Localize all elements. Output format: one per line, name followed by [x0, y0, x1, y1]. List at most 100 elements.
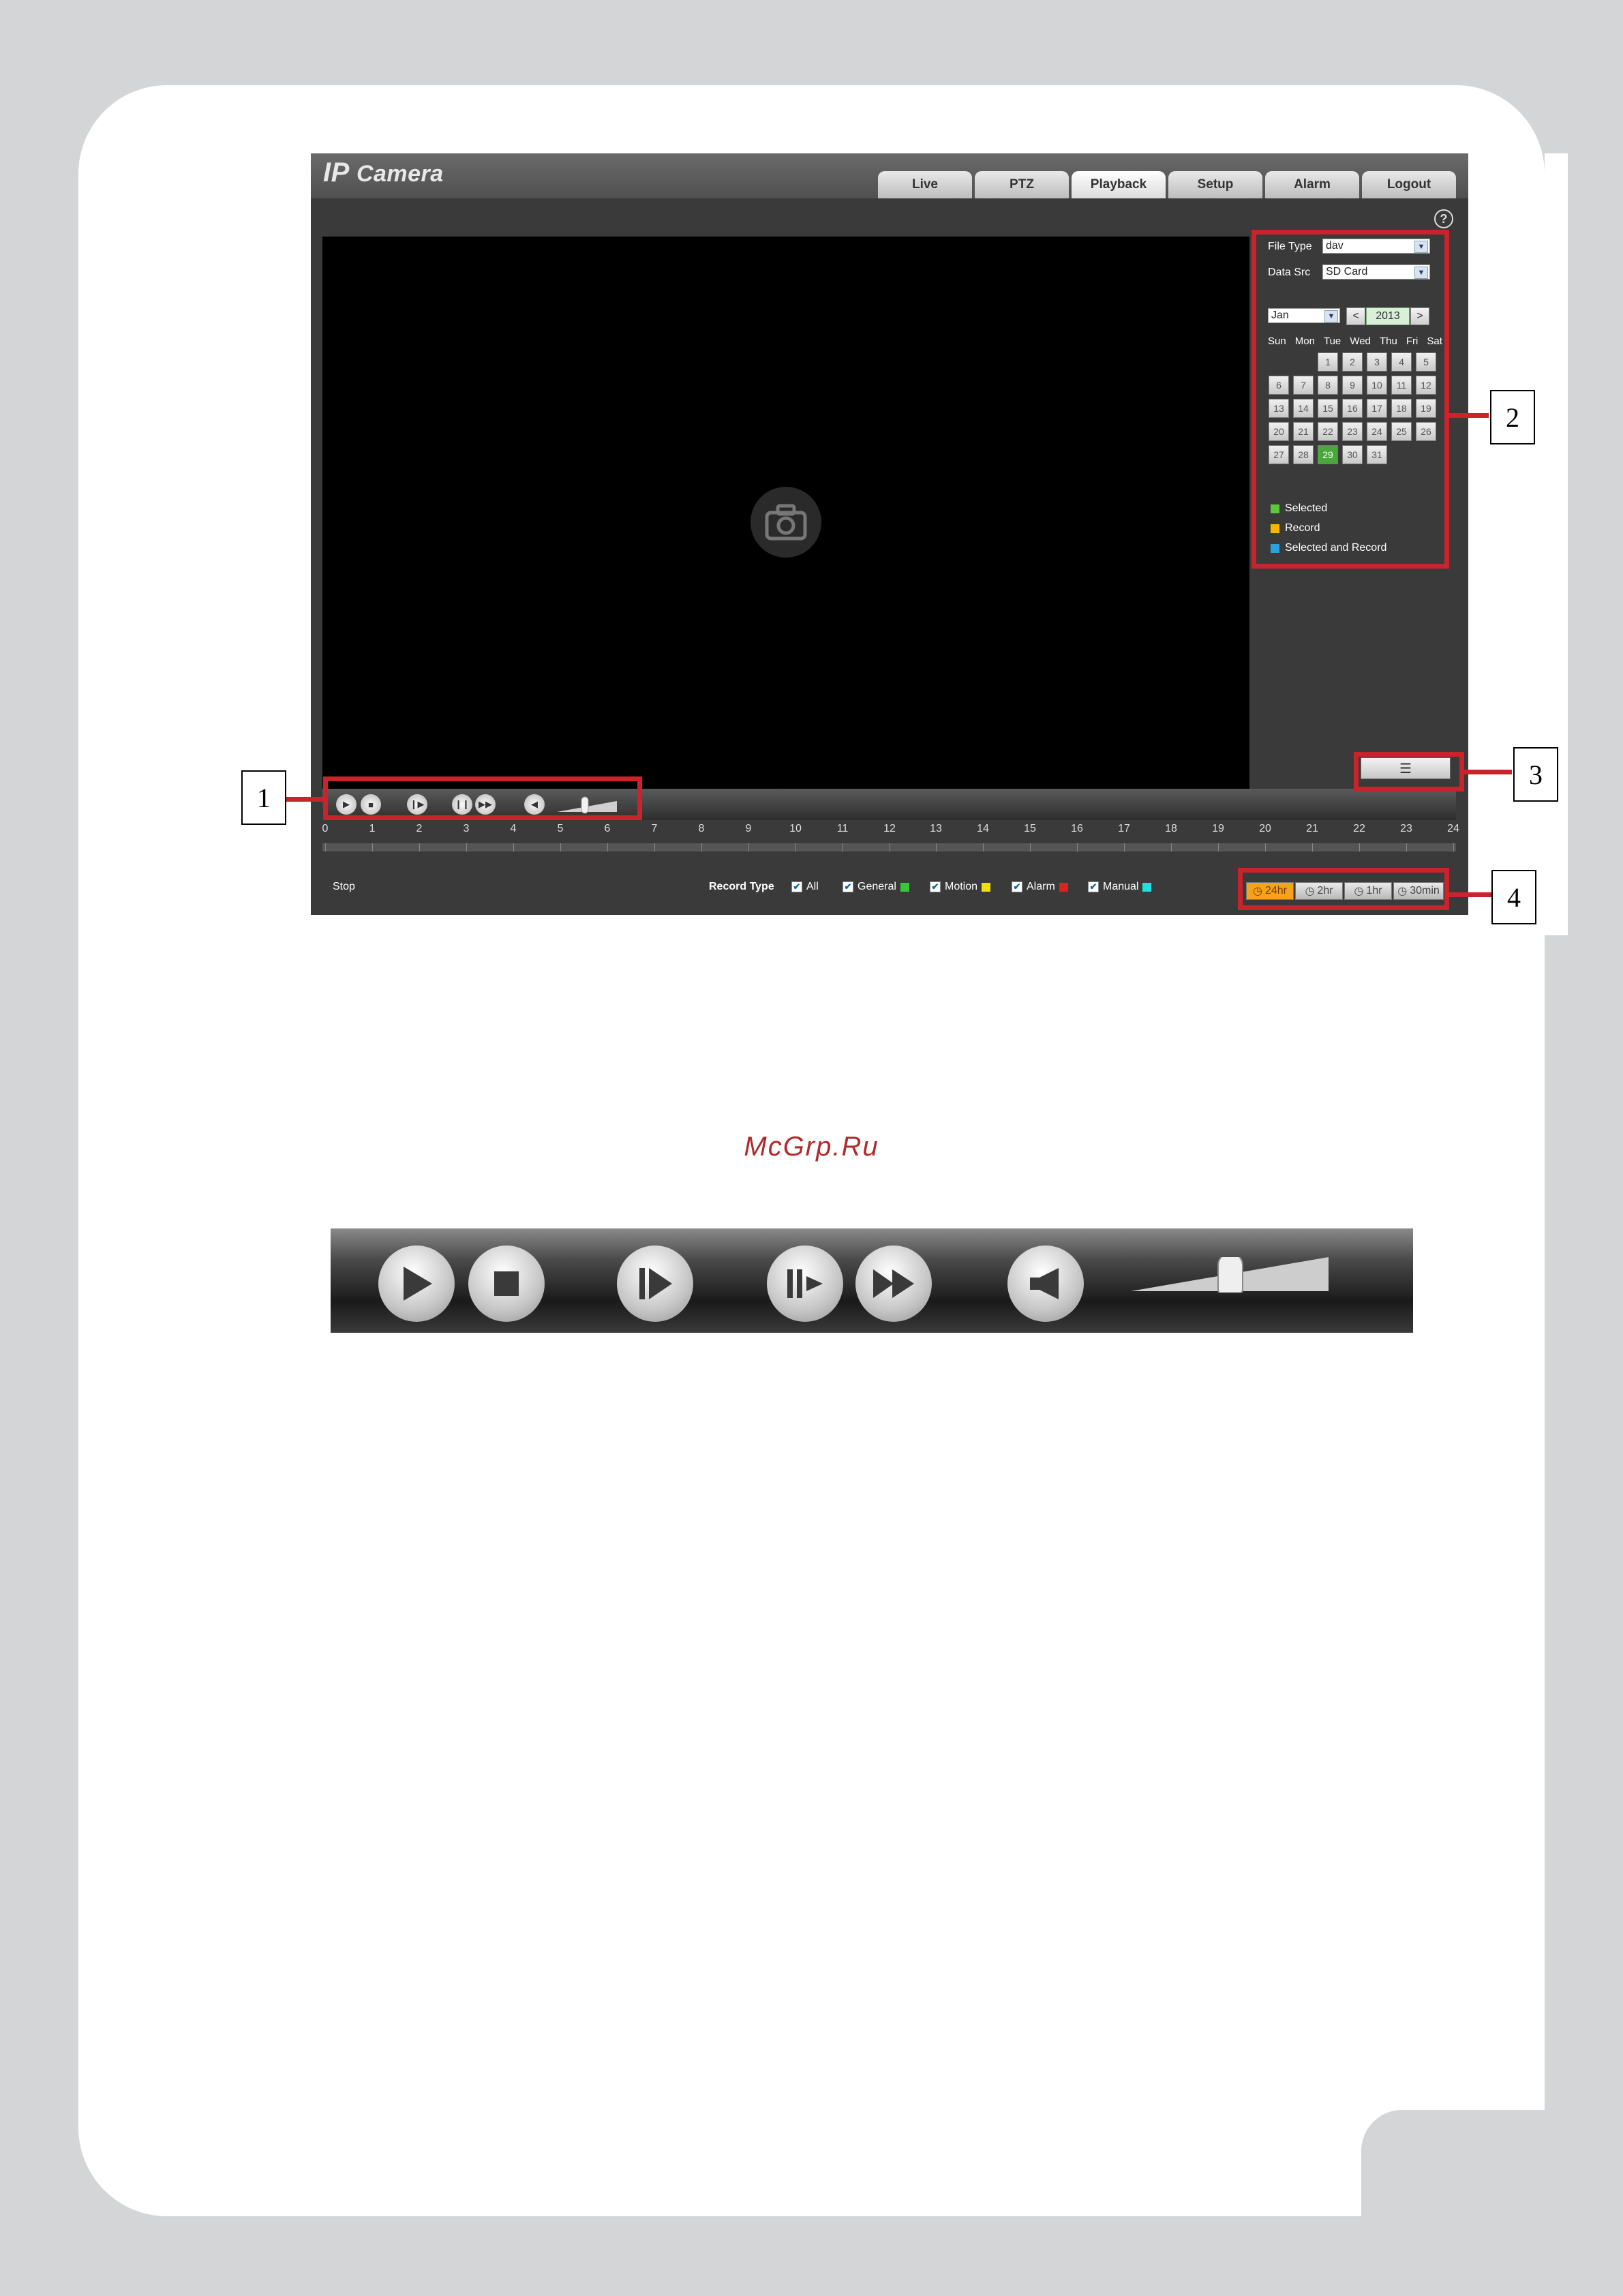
callout-4: 4: [1491, 870, 1536, 924]
timeline-tick: [560, 843, 561, 851]
tab-alarm[interactable]: Alarm: [1265, 171, 1359, 198]
mute-button[interactable]: [1007, 1245, 1084, 1322]
checkbox-checked-icon[interactable]: ✔: [930, 881, 941, 892]
timeline-hour-label: 2: [416, 823, 423, 834]
callout-2: 2: [1490, 390, 1535, 444]
timeline-hour-label: 24: [1447, 823, 1459, 834]
timeline-tick: [466, 843, 467, 851]
timeline-tick: [513, 843, 514, 851]
slow-play-button[interactable]: [767, 1245, 843, 1322]
callout-line-4: [1448, 892, 1491, 897]
fast-forward-icon: [873, 1269, 914, 1298]
timeline-tick: [983, 843, 984, 851]
step-forward-icon: [639, 1268, 672, 1299]
timeline-hour-label: 11: [836, 823, 849, 834]
stop-button[interactable]: [468, 1245, 545, 1322]
timeline-tick: [1030, 843, 1031, 851]
callout-line-1: [286, 797, 324, 802]
tab-logout[interactable]: Logout: [1362, 171, 1456, 198]
timeline-hour-label: 21: [1306, 823, 1318, 834]
timeline-hour-label: 7: [651, 823, 658, 834]
play-button[interactable]: [378, 1245, 455, 1322]
record-type-label: Record Type: [709, 881, 774, 892]
motion-color-swatch: [982, 882, 991, 892]
speaker-icon: [1030, 1268, 1059, 1299]
tab-ptz[interactable]: PTZ: [975, 171, 1069, 198]
timeline-tick: [936, 843, 937, 851]
tab-playback[interactable]: Playback: [1072, 171, 1166, 198]
timeline-tick: [1453, 843, 1454, 851]
timeline-hour-label: 13: [930, 823, 942, 834]
timeline-hour-label: 10: [789, 823, 802, 834]
timeline-tick: [607, 843, 608, 851]
help-icon[interactable]: ?: [1434, 209, 1453, 228]
logo: IP Camera: [323, 157, 444, 187]
timeline[interactable]: 0 1 2 3 4 5 6 7 8 9 10 11 12 13 14 15 16 17 18 19 20 21 22 23 24: [322, 823, 1459, 864]
playback-state: Stop: [333, 881, 355, 892]
timeline-hour-label: 9: [745, 823, 752, 834]
checkbox-checked-icon[interactable]: ✔: [791, 881, 802, 892]
record-type-general[interactable]: ✔ General: [843, 881, 909, 893]
alarm-color-swatch: [1059, 882, 1068, 892]
timeline-hour-label: 3: [463, 823, 470, 834]
timeline-hour-label: 0: [322, 823, 329, 834]
page-edge: [1545, 153, 1568, 935]
timeline-hour-label: 6: [604, 823, 611, 834]
timeline-hour-label: 8: [698, 823, 705, 834]
highlight-box-4: [1238, 868, 1449, 910]
timeline-hour-label: 22: [1353, 823, 1365, 834]
record-type-motion[interactable]: ✔ Motion: [930, 881, 991, 893]
highlight-box-3: [1354, 752, 1464, 791]
timeline-hour-label: 17: [1118, 823, 1130, 834]
timeline-tick: [372, 843, 373, 851]
volume-slider[interactable]: [1131, 1257, 1329, 1293]
slow-play-icon: [787, 1269, 823, 1298]
timeline-tick: [795, 843, 796, 851]
callout-3: 3: [1513, 747, 1558, 802]
tab-live[interactable]: Live: [878, 171, 972, 198]
manual-color-swatch: [1142, 882, 1152, 892]
record-type-alarm[interactable]: ✔ Alarm: [1012, 881, 1068, 893]
record-type-manual[interactable]: ✔ Manual: [1088, 881, 1152, 893]
callout-1: 1: [241, 770, 286, 825]
timeline-tick: [419, 843, 420, 851]
record-type-all[interactable]: ✔ All: [791, 881, 819, 893]
play-icon: [404, 1267, 432, 1301]
timeline-tick: [701, 843, 702, 851]
checkbox-checked-icon[interactable]: ✔: [1012, 881, 1022, 892]
timeline-hour-label: 4: [510, 823, 517, 834]
timeline-tick: [325, 843, 326, 851]
timeline-hour-label: 16: [1071, 823, 1083, 834]
timeline-hour-label: 20: [1259, 823, 1271, 834]
timeline-hour-label: 14: [977, 823, 989, 834]
step-forward-button[interactable]: [617, 1245, 693, 1322]
timeline-hour-label: 18: [1165, 823, 1177, 834]
timeline-tick: [1077, 843, 1078, 851]
timeline-tick: [654, 843, 655, 851]
timeline-tick: [1124, 843, 1125, 851]
callout-line-2: [1448, 413, 1489, 418]
timeline-tick: [1359, 843, 1360, 851]
fast-forward-button[interactable]: [855, 1245, 932, 1322]
timeline-tick: [1171, 843, 1172, 851]
timeline-tick: [748, 843, 749, 851]
main-nav-tabs: Live PTZ Playback Setup Alarm Logout: [878, 171, 1456, 198]
timeline-hour-label: 19: [1212, 823, 1224, 834]
highlight-box-1: [323, 776, 642, 820]
timeline-hour-label: 12: [883, 823, 896, 834]
stop-icon: [494, 1271, 519, 1296]
checkbox-checked-icon[interactable]: ✔: [1088, 881, 1099, 892]
timeline-hour-label: 15: [1024, 823, 1036, 834]
checkbox-checked-icon[interactable]: ✔: [843, 881, 853, 892]
general-color-swatch: [900, 882, 909, 892]
timeline-hour-label: 23: [1400, 823, 1412, 834]
highlight-box-2: [1252, 230, 1449, 569]
timeline-hour-label: 5: [557, 823, 564, 834]
video-viewport: [322, 237, 1249, 789]
callout-line-3: [1463, 770, 1512, 774]
camera-placeholder-icon: [750, 487, 821, 558]
timeline-tick: [1406, 843, 1407, 851]
playback-control-bar-enlarged: [331, 1228, 1413, 1333]
watermark: McGrp.Ru: [744, 1132, 879, 1162]
tab-setup[interactable]: Setup: [1168, 171, 1262, 198]
